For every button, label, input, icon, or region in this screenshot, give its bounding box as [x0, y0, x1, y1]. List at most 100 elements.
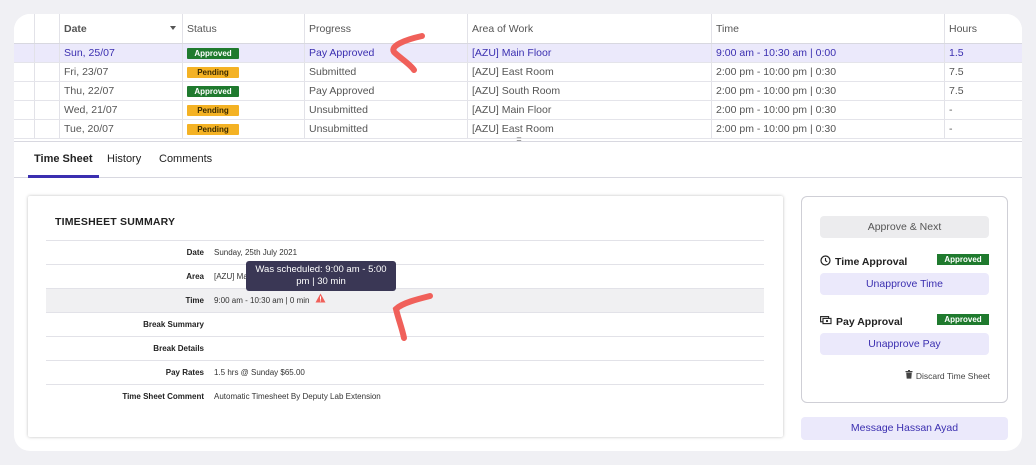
- summary-row-break-details: Break Details: [46, 336, 764, 360]
- header-status[interactable]: Status: [183, 14, 305, 43]
- status-badge: Pending: [187, 104, 239, 116]
- row-hours: 7.5: [949, 66, 964, 78]
- row-area: [AZU] East Room: [468, 120, 712, 138]
- time-approval-title: Time Approval: [820, 255, 907, 269]
- summary-row-area: Area [AZU] Ma: [46, 264, 764, 288]
- header-hours[interactable]: Hours: [945, 14, 1022, 43]
- schedule-tooltip: Was scheduled: 9:00 am - 5:00 pm | 30 mi…: [246, 261, 396, 291]
- unapprove-time-button[interactable]: Unapprove Time: [820, 273, 989, 295]
- summary-label: Time: [185, 296, 204, 305]
- row-status: Pending: [183, 63, 305, 81]
- warning-icon[interactable]: [315, 289, 326, 312]
- tab-comments[interactable]: Comments: [153, 144, 218, 178]
- summary-value: [AZU] Ma: [214, 272, 248, 281]
- approve-next-button[interactable]: Approve & Next: [820, 216, 989, 238]
- row-hours: -: [949, 123, 953, 135]
- trash-icon: [905, 370, 913, 381]
- clock-icon: [820, 255, 831, 269]
- row-hours: 1.5: [949, 47, 964, 59]
- row-select[interactable]: [35, 63, 60, 81]
- summary-title: TIMESHEET SUMMARY: [55, 216, 176, 228]
- summary-value-wrap: 9:00 am - 10:30 am | 0 min: [214, 289, 326, 312]
- tab-time-sheet[interactable]: Time Sheet: [28, 144, 99, 178]
- approval-panel: Approve & Next Time Approval Approved Un…: [801, 196, 1008, 403]
- row-progress: Unsubmitted: [305, 120, 468, 138]
- tooltip-line: pm | 30 min: [296, 276, 346, 287]
- pay-approval-title: Pay Approval: [820, 315, 903, 328]
- unapprove-pay-button[interactable]: Unapprove Pay: [820, 333, 989, 355]
- row-hours: -: [949, 104, 953, 116]
- row-progress: Unsubmitted: [305, 101, 468, 119]
- tooltip-line: Was scheduled: 9:00 am - 5:00: [255, 264, 387, 275]
- summary-label: Time Sheet Comment: [122, 392, 204, 401]
- summary-label: Break Details: [153, 344, 204, 353]
- row-spacer: [14, 120, 35, 138]
- row-spacer: [14, 44, 35, 62]
- table-row[interactable]: Wed, 21/07 Pending Unsubmitted [AZU] Mai…: [14, 101, 1022, 120]
- time-approval-badge: Approved: [937, 254, 989, 265]
- header-date-label: Date: [64, 22, 87, 35]
- row-status: Approved: [183, 82, 305, 100]
- summary-label: Area: [186, 272, 204, 281]
- row-date: Thu, 22/07: [60, 82, 183, 100]
- row-date: Wed, 21/07: [60, 101, 183, 119]
- status-badge: Approved: [187, 85, 239, 97]
- row-area: [AZU] South Room: [468, 82, 712, 100]
- row-select[interactable]: [35, 82, 60, 100]
- row-status: Pending: [183, 101, 305, 119]
- row-area: [AZU] Main Floor: [468, 101, 712, 119]
- status-badge: Pending: [187, 123, 239, 135]
- row-date: Fri, 23/07: [60, 63, 183, 81]
- pay-approval-label: Pay Approval: [836, 315, 903, 328]
- row-time: 2:00 pm - 10:00 pm | 0:30: [712, 63, 945, 81]
- table-row[interactable]: Sun, 25/07 Approved Pay Approved [AZU] M…: [14, 44, 1022, 63]
- header-time[interactable]: Time: [712, 14, 945, 43]
- row-hours: 7.5: [949, 85, 964, 97]
- status-badge: Pending: [187, 66, 239, 78]
- row-progress: Submitted: [305, 63, 468, 81]
- header-spacer: [14, 14, 35, 43]
- row-select[interactable]: [35, 101, 60, 119]
- summary-value: 9:00 am - 10:30 am | 0 min: [214, 296, 310, 305]
- row-time: 2:00 pm - 10:00 pm | 0:30: [712, 101, 945, 119]
- row-select[interactable]: [35, 44, 60, 62]
- header-date[interactable]: Date: [60, 14, 183, 43]
- summary-row-time: Time 9:00 am - 10:30 am | 0 min: [46, 288, 764, 312]
- row-spacer: [14, 63, 35, 81]
- message-user-button[interactable]: Message Hassan Ayad: [801, 417, 1008, 440]
- header-area[interactable]: Area of Work: [468, 14, 712, 43]
- tab-bar: Time Sheet History Comments: [14, 144, 1022, 178]
- row-area: [AZU] East Room: [468, 63, 712, 81]
- pay-approval-badge: Approved: [937, 314, 989, 325]
- summary-value: 1.5 hrs @ Sunday $65.00: [214, 368, 305, 377]
- summary-row-comment: Time Sheet Comment Automatic Timesheet B…: [46, 384, 764, 408]
- splitter-grip-icon[interactable]: =: [514, 135, 524, 144]
- row-select[interactable]: [35, 120, 60, 138]
- header-select-column[interactable]: [35, 14, 60, 43]
- row-spacer: [14, 82, 35, 100]
- row-date: Tue, 20/07: [60, 120, 183, 138]
- time-approval-label: Time Approval: [835, 256, 908, 268]
- table-header-row: Date Status Progress Area of Work Time H…: [14, 14, 1022, 44]
- sort-caret-icon[interactable]: [170, 26, 176, 30]
- row-area: [AZU] Main Floor: [468, 44, 712, 62]
- row-time: 2:00 pm - 10:00 pm | 0:30: [712, 82, 945, 100]
- status-badge: Approved: [187, 47, 239, 59]
- row-status: Approved: [183, 44, 305, 62]
- app-frame: Date Status Progress Area of Work Time H…: [0, 0, 1036, 465]
- row-date: Sun, 25/07: [60, 44, 183, 62]
- timesheet-summary-panel: TIMESHEET SUMMARY Date Sunday, 25th July…: [28, 196, 783, 437]
- tab-history[interactable]: History: [101, 144, 147, 178]
- discard-timesheet-link[interactable]: Discard Time Sheet: [905, 370, 990, 381]
- row-progress: Pay Approved: [305, 82, 468, 100]
- summary-label: Date: [186, 248, 204, 257]
- timesheet-card: Date Status Progress Area of Work Time H…: [14, 14, 1022, 451]
- row-progress: Pay Approved: [305, 44, 468, 62]
- table-row[interactable]: Thu, 22/07 Approved Pay Approved [AZU] S…: [14, 82, 1022, 101]
- row-spacer: [14, 101, 35, 119]
- row-time: 9:00 am - 10:30 am | 0:00: [712, 44, 945, 62]
- row-time: 2:00 pm - 10:00 pm | 0:30: [712, 120, 945, 138]
- table-row[interactable]: Fri, 23/07 Pending Submitted [AZU] East …: [14, 63, 1022, 82]
- header-progress[interactable]: Progress: [305, 14, 468, 43]
- summary-value: Automatic Timesheet By Deputy Lab Extens…: [214, 392, 381, 401]
